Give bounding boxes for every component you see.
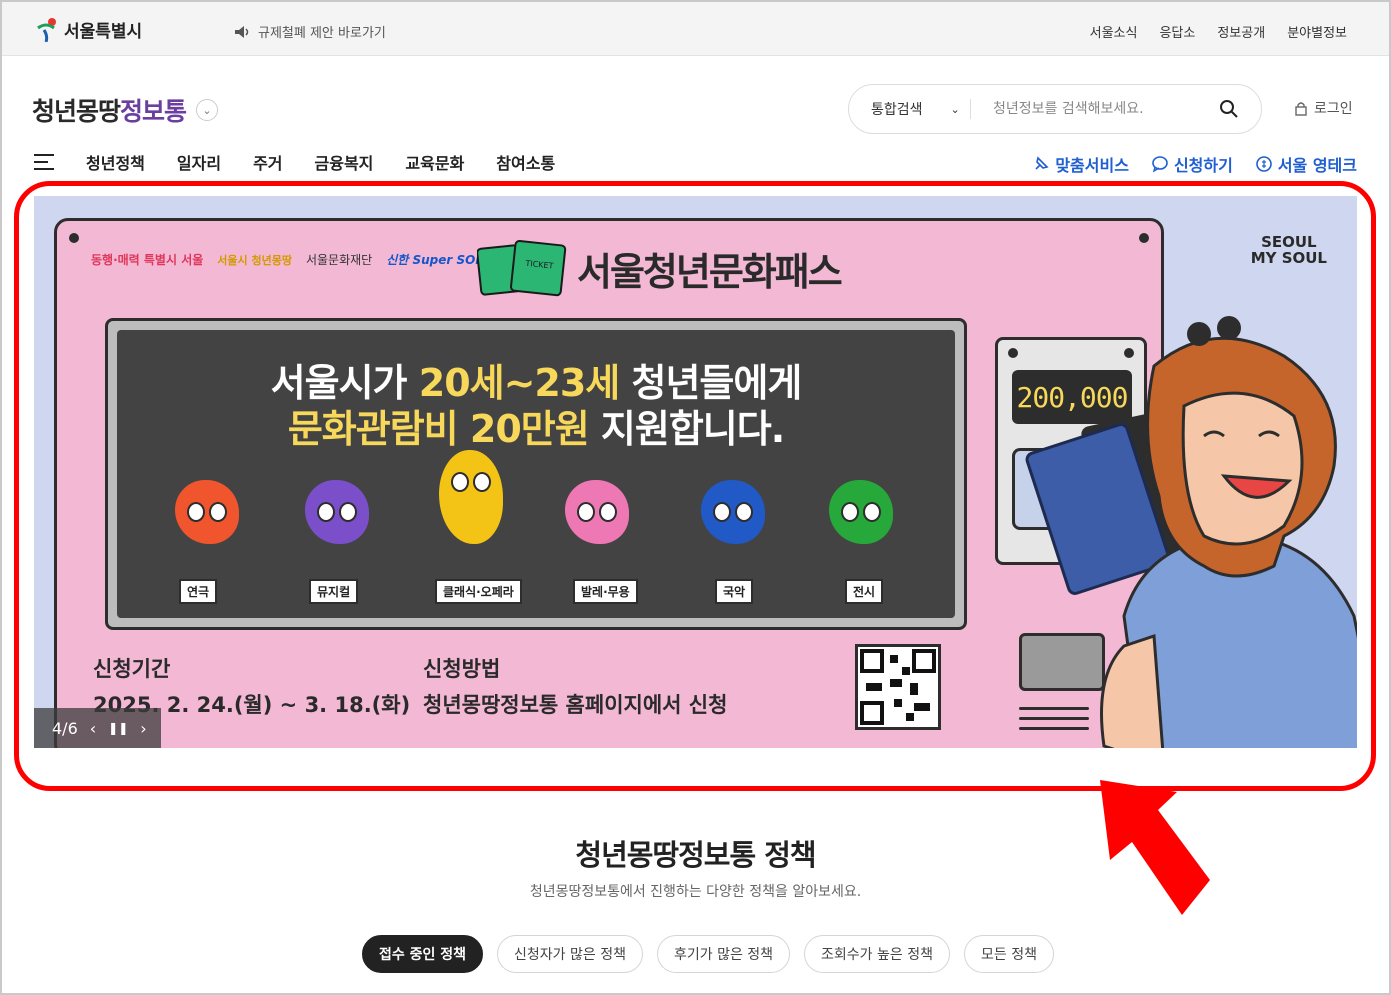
brand-logo-part-b: 정보통 xyxy=(120,97,187,126)
method-label: 신청방법 xyxy=(423,657,501,681)
application-method: 신청방법 청년몽땅정보통 홈페이지에서 신청 xyxy=(423,653,727,719)
gov-topbar: 서울특별시 규제철폐 제안 바로가기 서울소식 응답소 정보공개 분야별정보 xyxy=(2,2,1389,56)
sponsor-youth-mongttang: 서울시 청년몽땅 xyxy=(217,253,292,267)
lock-icon xyxy=(1295,101,1307,116)
hero-banner-slide[interactable]: 동행·매력 특별시 서울 서울시 청년몽땅 서울문화재단 신한 Super SO… xyxy=(34,196,1357,748)
chip-most-reviews[interactable]: 후기가 많은 정책 xyxy=(656,935,791,973)
genre-label-korean-music: 국악 xyxy=(715,579,754,604)
nav-items: 청년정책 일자리 주거 금융복지 교육문화 참여소통 xyxy=(86,150,555,174)
quick-links: 맞춤서비스 신청하기 서울 영테크 xyxy=(1032,152,1357,176)
genre-label-theater: 연극 xyxy=(179,579,218,604)
mascot-korean-music xyxy=(701,480,765,544)
gov-logo-text: 서울특별시 xyxy=(64,21,143,42)
seoul-gov-logo[interactable]: 서울특별시 xyxy=(34,16,142,42)
genre-label-musical: 뮤지컬 xyxy=(309,579,359,604)
search-scope-label: 통합검색 xyxy=(871,102,923,118)
genre-label-exhibition: 전시 xyxy=(845,579,884,604)
quick-link-young-tech-label: 서울 영테크 xyxy=(1277,156,1357,175)
slider-controls: 4/6 ‹ ❚❚ › xyxy=(34,708,161,748)
brand-logo-part-a: 청년몽땅 xyxy=(32,97,121,126)
slide-counter: 4/6 xyxy=(52,718,78,738)
seoul-my-soul-logo: SEOUL MY SOUL xyxy=(1251,234,1327,266)
headline-2b: 지원합니다. xyxy=(588,407,785,451)
search-scope-select[interactable]: 통합검색 ⌄ xyxy=(849,99,971,119)
chip-most-applicants[interactable]: 신청자가 많은 정책 xyxy=(497,935,643,973)
mascot-exhibition xyxy=(829,480,893,544)
bolt-icon xyxy=(69,233,79,243)
quick-link-apply-label: 신청하기 xyxy=(1173,156,1233,175)
seoul-logo-line-2: MY SOUL xyxy=(1250,249,1327,267)
nav-item-youth-policy[interactable]: 청년정책 xyxy=(86,150,145,174)
nav-item-participation[interactable]: 참여소통 xyxy=(496,150,555,174)
headline-line-2: 문화관람비 20만원 지원합니다. xyxy=(117,398,955,453)
genre-label-classical-opera: 클래식·오페라 xyxy=(435,579,522,604)
chevron-right-icon[interactable]: › xyxy=(140,719,146,738)
sponsor-seoul-slogan: 동행·매력 특별시 서울 xyxy=(91,253,204,267)
policy-filter-chips: 접수 중인 정책 신청자가 많은 정책 후기가 많은 정책 조회수가 높은 정책… xyxy=(362,935,1054,973)
mascot-ballet-dance xyxy=(565,480,629,544)
gov-link-eungdapso[interactable]: 응답소 xyxy=(1159,22,1195,41)
pass-title-text: 서울청년문화패스 xyxy=(577,249,843,294)
gov-link-field-info[interactable]: 분야별정보 xyxy=(1287,22,1347,41)
search-input[interactable] xyxy=(993,101,1193,117)
seoul-symbol-icon xyxy=(37,18,56,42)
vending-machine-illustration: 동행·매력 특별시 서울 서울시 청년몽땅 서울문화재단 신한 Super SO… xyxy=(54,218,1164,748)
culture-pass-title: TICKET 서울청년문화패스 xyxy=(477,239,843,297)
login-button[interactable]: 로그인 xyxy=(1294,98,1353,118)
search-bar: 통합검색 ⌄ xyxy=(848,84,1262,134)
search-icon[interactable] xyxy=(1219,99,1239,119)
quick-link-apply[interactable]: 신청하기 xyxy=(1151,152,1233,176)
qr-code-icon xyxy=(855,644,941,730)
seoul-logo-line-1: SEOUL xyxy=(1261,233,1317,251)
mascot-musical xyxy=(305,480,369,544)
vent-line xyxy=(1019,707,1089,710)
period-label: 신청기간 xyxy=(93,657,171,681)
mascot-theater xyxy=(175,480,239,544)
speaker-icon xyxy=(235,25,249,38)
section-title: 청년몽땅정보통 정책 xyxy=(575,838,816,872)
sponsor-logos: 동행·매력 특별시 서울 서울시 청년몽땅 서울문화재단 신한 Super SO… xyxy=(91,251,483,268)
section-subtitle: 청년몽땅정보통에서 진행하는 다양한 정책을 알아보세요. xyxy=(529,884,862,900)
hamburger-menu-icon[interactable] xyxy=(34,154,54,170)
chevron-left-icon[interactable]: ‹ xyxy=(90,719,96,738)
genre-label-ballet-dance: 발레·무용 xyxy=(573,579,638,604)
method-value: 청년몽땅정보통 홈페이지에서 신청 xyxy=(423,693,728,717)
vent-line xyxy=(1019,727,1089,730)
ticket-icon: TICKET xyxy=(477,240,567,297)
quick-link-custom-service[interactable]: 맞춤서비스 xyxy=(1032,152,1129,176)
chat-bubble-icon xyxy=(1152,156,1168,173)
quick-link-young-tech[interactable]: 서울 영테크 xyxy=(1255,152,1357,176)
bolt-icon xyxy=(1008,348,1018,358)
main-nav: 청년정책 일자리 주거 금융복지 교육문화 참여소통 xyxy=(34,150,555,174)
brand-logo: 청년몽땅정보통 xyxy=(32,92,187,128)
pause-icon[interactable]: ❚❚ xyxy=(108,721,128,735)
sponsor-cultural-foundation: 서울문화재단 xyxy=(305,253,373,267)
chip-most-views[interactable]: 조회수가 높은 정책 xyxy=(804,935,950,973)
pin-icon xyxy=(1035,156,1049,170)
quick-link-custom-service-label: 맞춤서비스 xyxy=(1055,156,1129,175)
gov-links: 서울소식 응답소 정보공개 분야별정보 xyxy=(1090,22,1347,41)
gov-link-info-disclosure[interactable]: 정보공개 xyxy=(1217,22,1265,41)
coin-icon xyxy=(1256,156,1272,172)
headline-amount: 문화관람비 20만원 xyxy=(287,407,590,451)
chevron-down-icon[interactable]: ⌄ xyxy=(196,99,219,121)
vent-line xyxy=(1019,717,1089,720)
sponsor-shinhan-sol: 신한 Super SOL xyxy=(386,253,483,267)
gov-link-news[interactable]: 서울소식 xyxy=(1090,22,1138,41)
mascot-classical-opera xyxy=(439,450,503,544)
nav-item-education-culture[interactable]: 교육문화 xyxy=(405,150,464,174)
nav-item-housing[interactable]: 주거 xyxy=(253,150,282,174)
notice-text: 규제철폐 제안 바로가기 xyxy=(258,26,386,41)
login-label: 로그인 xyxy=(1314,101,1353,117)
chevron-down-icon: ⌄ xyxy=(950,102,960,116)
bolt-icon xyxy=(1139,233,1149,243)
nav-item-finance-welfare[interactable]: 금융복지 xyxy=(315,150,374,174)
chip-open-policies[interactable]: 접수 중인 정책 xyxy=(362,935,484,973)
site-brand[interactable]: 청년몽땅정보통 ⌄ xyxy=(32,92,219,128)
smiling-person-illustration xyxy=(1100,316,1357,748)
chip-all-policies[interactable]: 모든 정책 xyxy=(964,935,1054,973)
display-screen: 서울시가 20세~23세 청년들에게 문화관람비 20만원 지원합니다. 연극 … xyxy=(105,318,967,630)
regulation-notice-link[interactable]: 규제철폐 제안 바로가기 xyxy=(234,22,386,41)
nav-item-jobs[interactable]: 일자리 xyxy=(177,150,221,174)
